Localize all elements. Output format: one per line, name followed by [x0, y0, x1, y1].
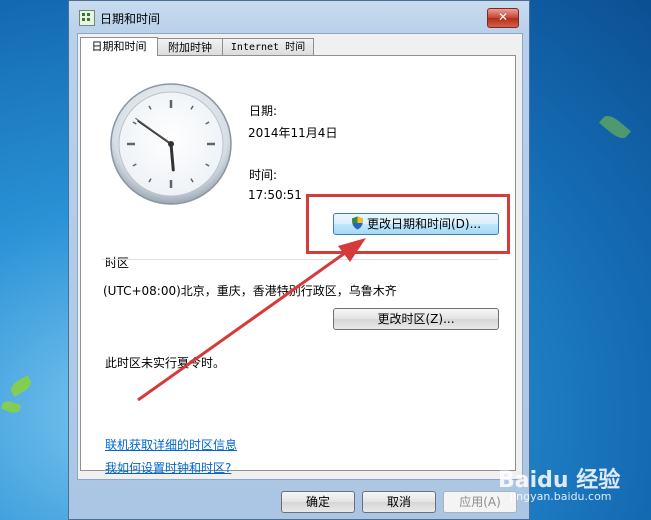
tab-date-time[interactable]: 日期和时间: [80, 37, 158, 56]
tab-label: 日期和时间: [91, 40, 147, 53]
baidu-watermark-url: jingyan.baidu.com: [510, 490, 612, 503]
annotation-arrow-icon: [137, 238, 366, 402]
